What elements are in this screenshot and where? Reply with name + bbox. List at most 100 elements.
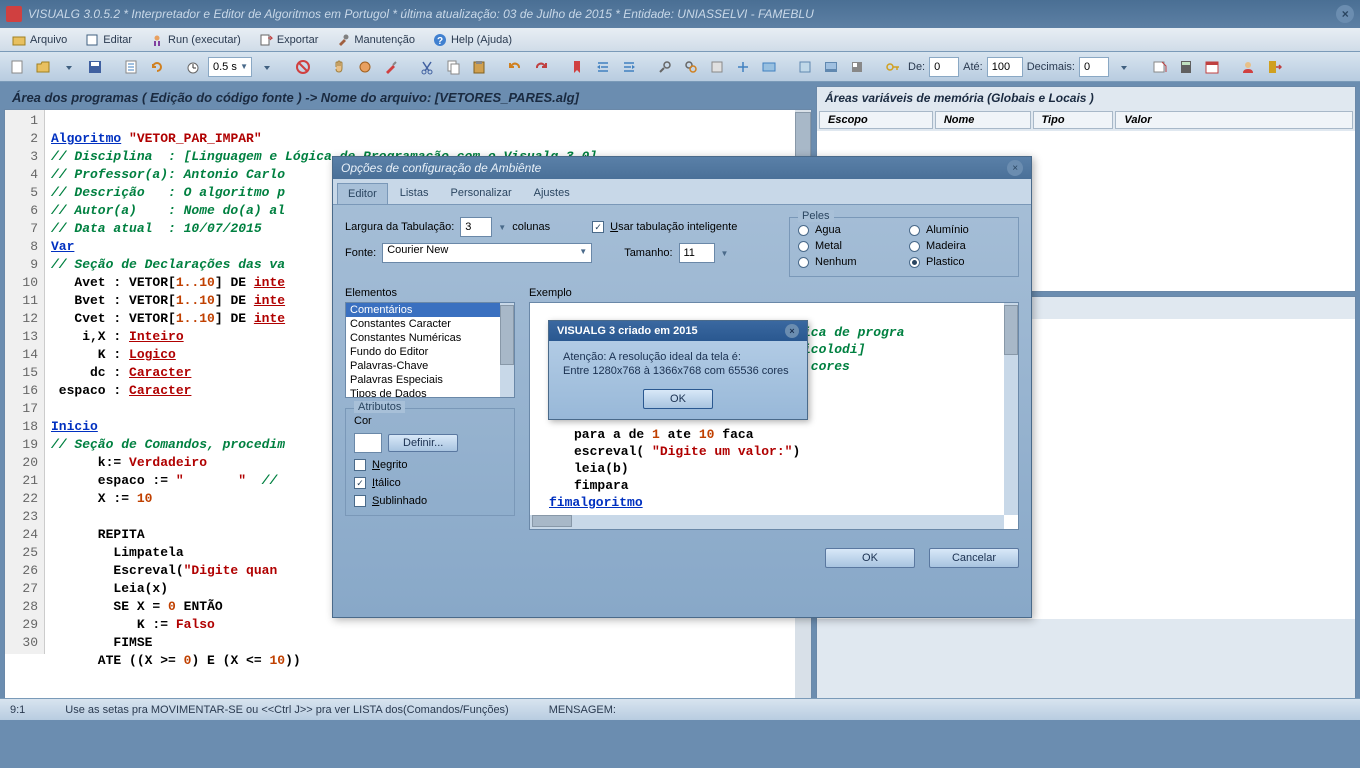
window-close-icon[interactable]: ×: [1336, 5, 1354, 23]
open-button[interactable]: [32, 56, 54, 78]
paste-button[interactable]: [468, 56, 490, 78]
new-button[interactable]: [6, 56, 28, 78]
tool-h[interactable]: [846, 56, 868, 78]
col-tipo[interactable]: Tipo: [1033, 111, 1114, 129]
outdent-button[interactable]: [618, 56, 640, 78]
list-item[interactable]: Fundo do Editor: [346, 345, 514, 359]
maintenance-icon: [336, 33, 350, 47]
tool-a[interactable]: [354, 56, 376, 78]
hand-button[interactable]: [328, 56, 350, 78]
refresh-button[interactable]: [146, 56, 168, 78]
decimais-down[interactable]: [1113, 56, 1135, 78]
radio-agua[interactable]: [798, 225, 809, 236]
bookmark-button[interactable]: [566, 56, 588, 78]
sublinhado-checkbox[interactable]: [354, 495, 366, 507]
dialog-ok-button[interactable]: OK: [825, 548, 915, 568]
indent-button[interactable]: [592, 56, 614, 78]
ate-field[interactable]: 100: [987, 57, 1023, 77]
list-item[interactable]: Palavras-Chave: [346, 359, 514, 373]
alert-titlebar[interactable]: VISUALG 3 criado em 2015 ×: [549, 321, 807, 341]
cor-swatch[interactable]: [354, 433, 382, 453]
listbox-vscroll[interactable]: [500, 303, 514, 397]
alert-ok-button[interactable]: OK: [643, 389, 713, 409]
menu-exportar[interactable]: Exportar: [251, 31, 327, 49]
usar-tab-checkbox[interactable]: ✓: [592, 221, 604, 233]
fonte-select[interactable]: Courier New: [382, 243, 592, 263]
tool-d[interactable]: [732, 56, 754, 78]
list-item[interactable]: Tipos de Dados: [346, 387, 514, 398]
status-message: MENSAGEM:: [549, 704, 616, 716]
list-item[interactable]: Constantes Numéricas: [346, 331, 514, 345]
dialog-close-icon[interactable]: ×: [1007, 160, 1023, 176]
copy-button[interactable]: [442, 56, 464, 78]
radio-plastico[interactable]: [909, 257, 920, 268]
cut-button[interactable]: [416, 56, 438, 78]
dialog-titlebar[interactable]: Opções de configuração de Ambiênte ×: [333, 157, 1031, 179]
folder-icon: [12, 33, 26, 47]
preview-hscroll[interactable]: [530, 515, 1004, 529]
menu-editar[interactable]: Editar: [77, 31, 140, 49]
list-item[interactable]: Palavras Especiais: [346, 373, 514, 387]
tamanho-label: Tamanho:: [624, 247, 672, 259]
preview-vscroll[interactable]: [1004, 303, 1018, 515]
menu-help[interactable]: ?Help (Ajuda): [425, 31, 520, 49]
alert-close-icon[interactable]: ×: [785, 324, 799, 338]
variables-table: Escopo Nome Tipo Valor: [817, 109, 1355, 131]
decimais-field[interactable]: 0: [1079, 57, 1109, 77]
timer-icon[interactable]: [182, 56, 204, 78]
menu-run[interactable]: Run (executar): [142, 31, 249, 49]
time-field[interactable]: 0.5 s▼: [208, 57, 252, 77]
menu-arquivo[interactable]: Arquivo: [4, 31, 75, 49]
cursor-position: 9:1: [10, 704, 25, 716]
key-button[interactable]: [882, 56, 904, 78]
menu-manutencao[interactable]: Manutenção: [328, 31, 423, 49]
resolution-alert: VISUALG 3 criado em 2015 × Atenção: A re…: [548, 320, 808, 420]
time-down[interactable]: [256, 56, 278, 78]
find-button[interactable]: [654, 56, 676, 78]
alert-body: Atenção: A resolução ideal da tela é: En…: [549, 341, 807, 419]
dialog-cancel-button[interactable]: Cancelar: [929, 548, 1019, 568]
radio-aluminio[interactable]: [909, 225, 920, 236]
col-nome[interactable]: Nome: [935, 111, 1031, 129]
exit-button[interactable]: [1263, 56, 1285, 78]
tool-c[interactable]: [706, 56, 728, 78]
tamanho-spinner[interactable]: ▼: [721, 249, 729, 258]
calendar-button[interactable]: [1201, 56, 1223, 78]
toolbar: 0.5 s▼ De: 0 Até: 100 Decimais: 0: [0, 52, 1360, 82]
tamanho-field[interactable]: 11: [679, 243, 715, 263]
radio-madeira[interactable]: [909, 241, 920, 252]
exemplo-label: Exemplo: [529, 287, 1019, 299]
largura-field[interactable]: 3: [460, 217, 492, 237]
tool-i[interactable]: [1149, 56, 1171, 78]
tab-listas[interactable]: Listas: [390, 183, 439, 204]
list-item[interactable]: Constantes Caracter: [346, 317, 514, 331]
radio-nenhum[interactable]: [798, 257, 809, 268]
tab-personalizar[interactable]: Personalizar: [441, 183, 522, 204]
definir-button[interactable]: Definir...: [388, 434, 458, 452]
user-button[interactable]: [1237, 56, 1259, 78]
doc-button[interactable]: [120, 56, 142, 78]
calc-button[interactable]: [1175, 56, 1197, 78]
negrito-checkbox[interactable]: [354, 459, 366, 471]
stop-button[interactable]: [292, 56, 314, 78]
elementos-listbox[interactable]: Comentários Constantes Caracter Constant…: [345, 302, 515, 398]
italico-checkbox[interactable]: ✓: [354, 477, 366, 489]
tool-f[interactable]: [794, 56, 816, 78]
tool-e[interactable]: [758, 56, 780, 78]
tool-g[interactable]: [820, 56, 842, 78]
tool-b[interactable]: [380, 56, 402, 78]
replace-button[interactable]: [680, 56, 702, 78]
col-escopo[interactable]: Escopo: [819, 111, 933, 129]
save-button[interactable]: [84, 56, 106, 78]
open-dropdown[interactable]: [58, 56, 80, 78]
radio-metal[interactable]: [798, 241, 809, 252]
largura-spinner[interactable]: ▼: [498, 223, 506, 232]
elementos-label: Elementos: [345, 287, 515, 299]
col-valor[interactable]: Valor: [1115, 111, 1353, 129]
tab-editor[interactable]: Editor: [337, 183, 388, 204]
tab-ajustes[interactable]: Ajustes: [524, 183, 580, 204]
undo-button[interactable]: [504, 56, 526, 78]
de-field[interactable]: 0: [929, 57, 959, 77]
redo-button[interactable]: [530, 56, 552, 78]
list-item[interactable]: Comentários: [346, 303, 514, 317]
